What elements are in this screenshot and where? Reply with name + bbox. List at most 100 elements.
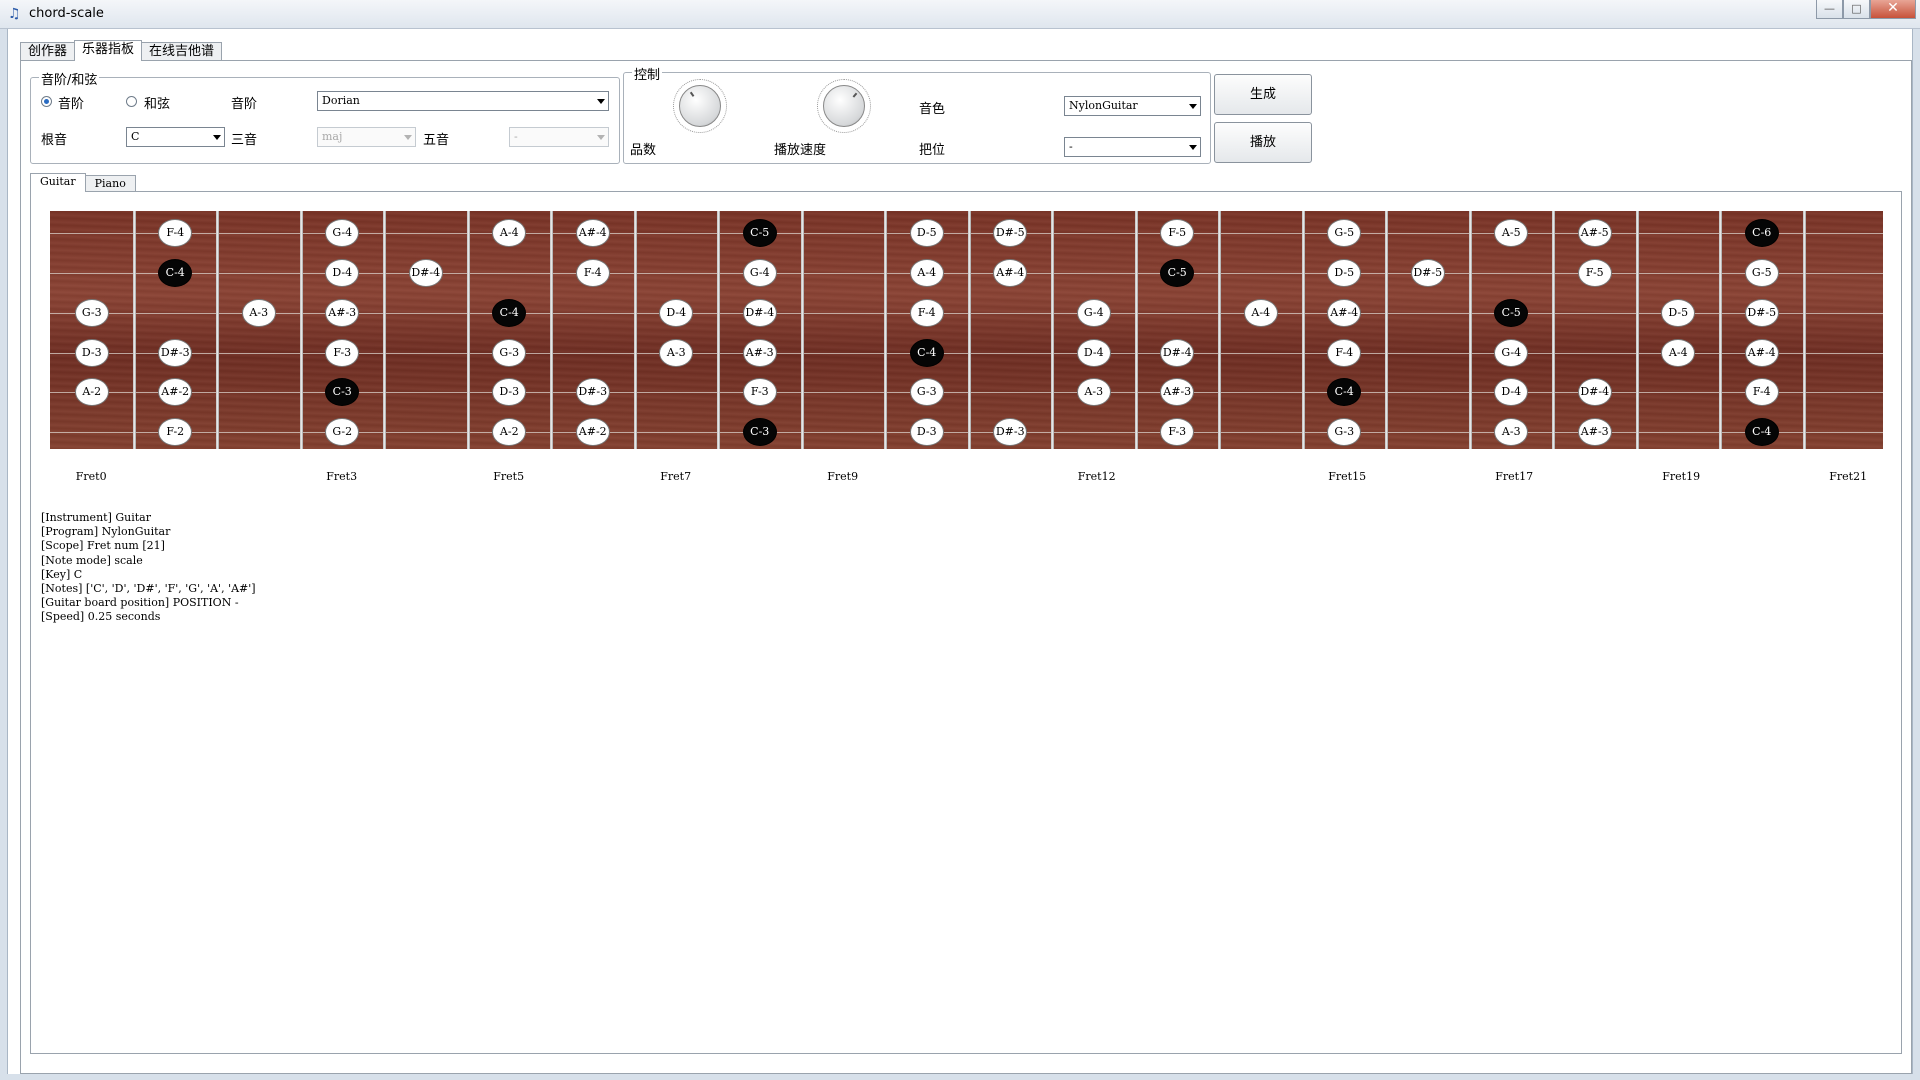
note-marker[interactable]: G-4	[742, 259, 777, 287]
note-marker[interactable]: D-5	[1661, 299, 1696, 327]
minimize-button[interactable]: —	[1816, 0, 1843, 19]
play-button[interactable]: 播放	[1214, 122, 1312, 163]
note-marker[interactable]: F-4	[1327, 339, 1362, 367]
note-marker[interactable]: F-4	[1744, 378, 1779, 406]
note-marker[interactable]: F-5	[1577, 259, 1612, 287]
note-marker[interactable]: G-5	[1744, 259, 1779, 287]
scale-radio[interactable]	[41, 96, 52, 107]
root-note-select[interactable]: C	[126, 127, 225, 147]
note-marker[interactable]: A-2	[74, 378, 109, 406]
fifth-select[interactable]: -	[509, 127, 609, 147]
note-marker[interactable]: D-5	[1327, 259, 1362, 287]
maximize-button[interactable]: □	[1843, 0, 1870, 19]
note-marker[interactable]: F-3	[325, 339, 360, 367]
tab-instrument-fretboard[interactable]: 乐器指板	[74, 40, 143, 61]
note-marker[interactable]: A#-4	[575, 219, 610, 247]
note-marker[interactable]: G-3	[909, 378, 944, 406]
chord-radio[interactable]	[126, 96, 137, 107]
note-marker[interactable]: A#-4	[1327, 299, 1362, 327]
note-marker[interactable]: F-4	[158, 219, 193, 247]
note-marker[interactable]: A#-4	[993, 259, 1028, 287]
root-note-marker[interactable]: C-6	[1744, 219, 1779, 247]
note-marker[interactable]: D-4	[1076, 339, 1111, 367]
note-marker[interactable]: A#-3	[742, 339, 777, 367]
note-marker[interactable]: D-4	[325, 259, 360, 287]
note-marker[interactable]: F-4	[909, 299, 944, 327]
note-marker[interactable]: A#-5	[1577, 219, 1612, 247]
fret-wire	[216, 211, 219, 449]
tone-select[interactable]: NylonGuitar	[1064, 96, 1201, 116]
fret-label: Fret21	[1829, 470, 1868, 483]
root-note-marker[interactable]: C-4	[492, 299, 527, 327]
note-marker[interactable]: A#-3	[1577, 418, 1612, 446]
note-marker[interactable]: D-3	[74, 339, 109, 367]
note-marker[interactable]: G-3	[492, 339, 527, 367]
note-marker[interactable]: D-4	[1494, 378, 1529, 406]
note-marker[interactable]: D#-4	[742, 299, 777, 327]
scale-type-label: 音阶	[231, 97, 258, 112]
fret-wire	[717, 211, 720, 449]
note-marker[interactable]: A-3	[659, 339, 694, 367]
close-button[interactable]: ✕	[1870, 0, 1916, 19]
note-marker[interactable]: A#-4	[1744, 339, 1779, 367]
note-marker[interactable]: F-2	[158, 418, 193, 446]
note-marker[interactable]: F-3	[742, 378, 777, 406]
note-marker[interactable]: D#-3	[575, 378, 610, 406]
root-note-marker[interactable]: C-5	[742, 219, 777, 247]
root-note-marker[interactable]: C-5	[1494, 299, 1529, 327]
note-marker[interactable]: G-4	[325, 219, 360, 247]
note-marker[interactable]: A#-3	[325, 299, 360, 327]
root-note-marker[interactable]: C-3	[742, 418, 777, 446]
root-note-marker[interactable]: C-4	[1327, 378, 1362, 406]
third-select[interactable]: maj	[317, 127, 416, 147]
note-marker[interactable]: G-5	[1327, 219, 1362, 247]
note-marker[interactable]: D#-5	[993, 219, 1028, 247]
note-marker[interactable]: A-5	[1494, 219, 1529, 247]
tab-online-tabs[interactable]: 在线吉他谱	[141, 42, 223, 61]
tab-guitar[interactable]: Guitar	[30, 173, 86, 192]
note-marker[interactable]: A-4	[1661, 339, 1696, 367]
frets-knob[interactable]	[679, 85, 721, 127]
note-marker[interactable]: A-3	[1076, 378, 1111, 406]
note-marker[interactable]: D#-3	[158, 339, 193, 367]
note-marker[interactable]: D-4	[659, 299, 694, 327]
root-note-marker[interactable]: C-3	[325, 378, 360, 406]
tab-piano[interactable]: Piano	[84, 175, 136, 192]
note-marker[interactable]: A-4	[1243, 299, 1278, 327]
note-marker[interactable]: G-3	[1327, 418, 1362, 446]
position-select[interactable]: -	[1064, 137, 1201, 157]
note-marker[interactable]: D#-4	[1160, 339, 1195, 367]
note-marker[interactable]: A#-3	[1160, 378, 1195, 406]
note-marker[interactable]: G-3	[74, 299, 109, 327]
root-note-marker[interactable]: C-4	[1744, 418, 1779, 446]
note-marker[interactable]: D#-5	[1744, 299, 1779, 327]
root-note-marker[interactable]: C-5	[1160, 259, 1195, 287]
note-marker[interactable]: G-2	[325, 418, 360, 446]
note-marker[interactable]: D-3	[909, 418, 944, 446]
note-marker[interactable]: D-3	[492, 378, 527, 406]
note-marker[interactable]: D#-4	[1577, 378, 1612, 406]
note-marker[interactable]: F-4	[575, 259, 610, 287]
note-marker[interactable]: A#-2	[158, 378, 193, 406]
note-marker[interactable]: F-5	[1160, 219, 1195, 247]
note-marker[interactable]: A#-2	[575, 418, 610, 446]
tab-creator[interactable]: 创作器	[20, 42, 76, 61]
note-marker[interactable]: A-3	[1494, 418, 1529, 446]
note-marker[interactable]: D#-3	[993, 418, 1028, 446]
chevron-down-icon	[1189, 104, 1197, 109]
speed-knob[interactable]	[823, 85, 865, 127]
note-marker[interactable]: D#-4	[408, 259, 443, 287]
note-marker[interactable]: A-4	[909, 259, 944, 287]
note-marker[interactable]: A-2	[492, 418, 527, 446]
note-marker[interactable]: D#-5	[1410, 259, 1445, 287]
root-note-marker[interactable]: C-4	[909, 339, 944, 367]
note-marker[interactable]: F-3	[1160, 418, 1195, 446]
scale-type-select[interactable]: Dorian	[317, 91, 609, 111]
note-marker[interactable]: G-4	[1494, 339, 1529, 367]
note-marker[interactable]: D-5	[909, 219, 944, 247]
generate-button[interactable]: 生成	[1214, 74, 1312, 115]
root-note-marker[interactable]: C-4	[158, 259, 193, 287]
note-marker[interactable]: A-4	[492, 219, 527, 247]
note-marker[interactable]: A-3	[241, 299, 276, 327]
note-marker[interactable]: G-4	[1076, 299, 1111, 327]
